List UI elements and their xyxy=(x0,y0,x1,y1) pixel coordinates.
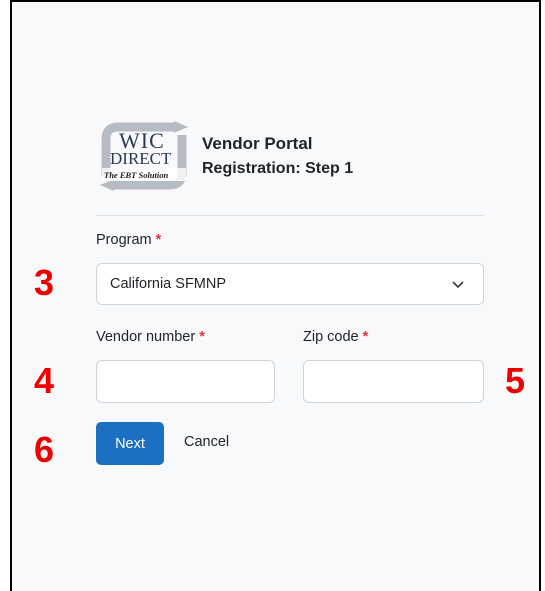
page-subtitle: Registration: Step 1 xyxy=(202,159,354,177)
wic-direct-logo: WIC DIRECT The EBT Solution xyxy=(96,121,192,191)
annotation-marker-4: 4 xyxy=(34,360,55,401)
header-titles: Vendor Portal Registration: Step 1 xyxy=(202,133,353,180)
annotation-marker-3: 3 xyxy=(34,262,55,303)
program-label: Program * xyxy=(96,232,161,248)
zip-code-label: Zip code * xyxy=(303,329,368,345)
vendor-number-label: Vendor number * xyxy=(96,329,205,345)
vendor-number-input[interactable] xyxy=(96,360,275,403)
program-select[interactable]: California SFMNP xyxy=(96,263,484,305)
chevron-down-icon xyxy=(452,281,464,289)
vendor-number-label-text: Vendor number xyxy=(96,329,196,345)
annotation-marker-6: 6 xyxy=(34,429,55,470)
portal-header: WIC DIRECT The EBT Solution Vendor Porta… xyxy=(96,121,353,191)
annotation-marker-5: 5 xyxy=(505,360,526,401)
zip-code-required-mark: * xyxy=(362,329,369,345)
logo-tagline: The EBT Solution xyxy=(104,170,169,180)
program-label-text: Program xyxy=(96,232,152,248)
cancel-button[interactable]: Cancel xyxy=(184,434,229,450)
zip-code-input[interactable] xyxy=(303,360,484,403)
next-button[interactable]: Next xyxy=(96,422,164,465)
logo-text-direct: DIRECT xyxy=(110,149,172,168)
page-title: Vendor Portal xyxy=(202,133,313,153)
zip-code-label-text: Zip code xyxy=(303,329,359,345)
program-required-mark: * xyxy=(155,232,162,248)
vendor-number-required-mark: * xyxy=(199,329,205,345)
program-selected-value: California SFMNP xyxy=(110,276,227,292)
header-divider xyxy=(96,215,484,216)
